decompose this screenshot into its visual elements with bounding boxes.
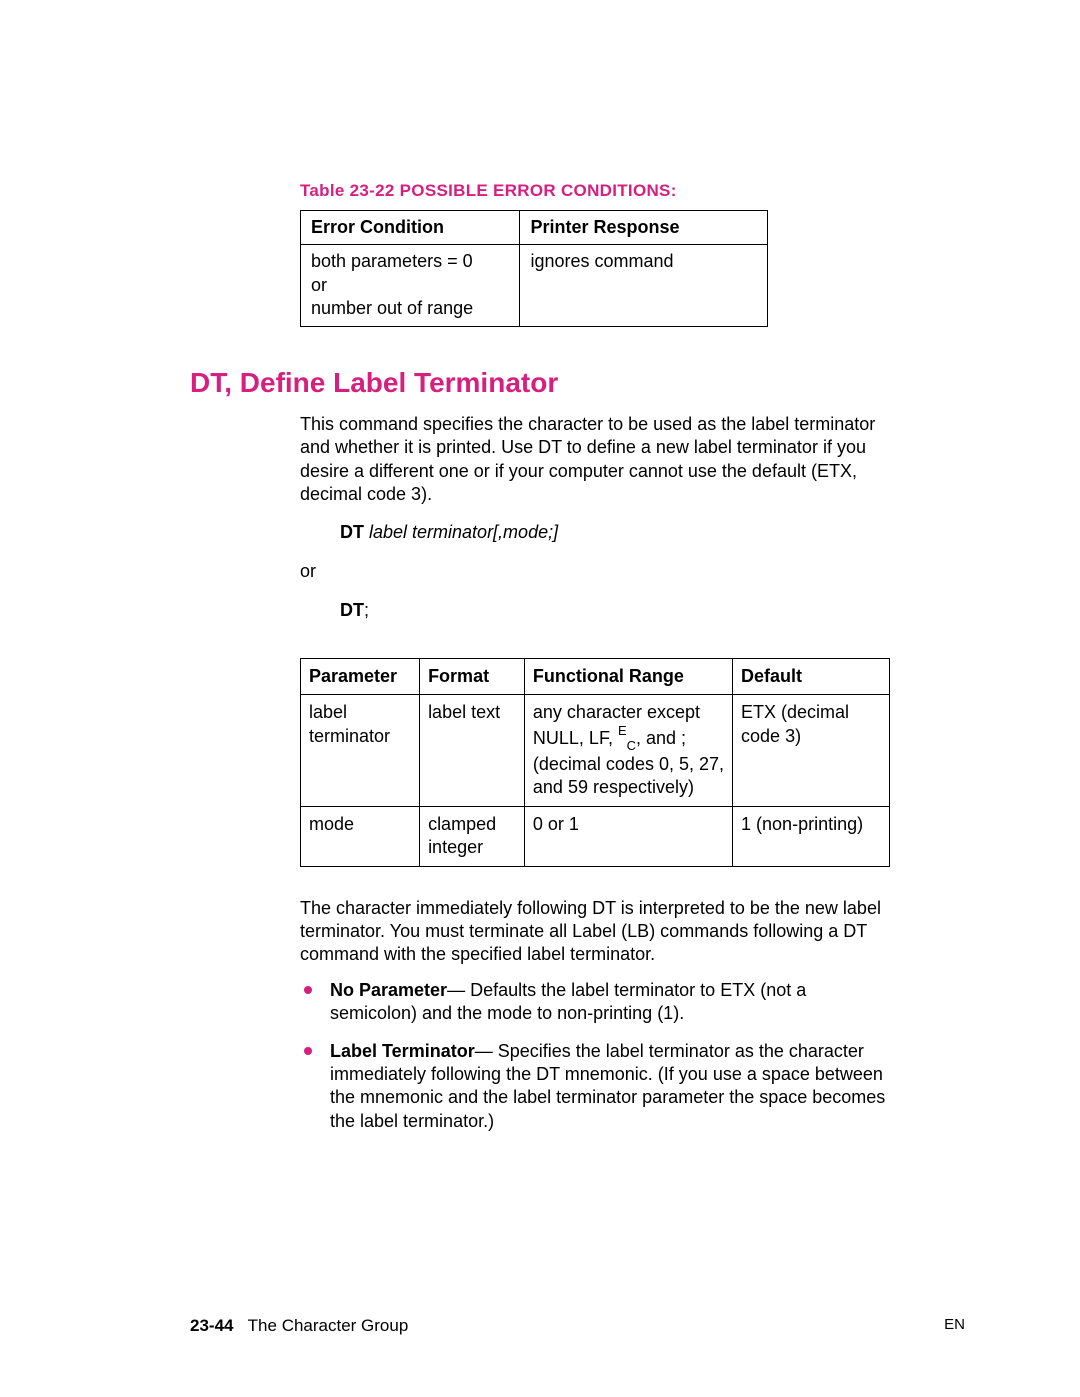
bullet-bold: No Parameter xyxy=(330,980,447,1000)
footer-title xyxy=(238,1316,247,1335)
cell-printer-response: ignores command xyxy=(520,245,768,326)
cell-format: label text xyxy=(420,695,525,807)
or-text: or xyxy=(300,560,965,583)
table-caption: Table 23-22 POSSIBLE ERROR CONDITIONS: xyxy=(300,180,965,202)
cell-default: ETX (decimal code 3) xyxy=(733,695,890,807)
th-printer-response: Printer Response xyxy=(520,211,768,245)
page-footer: 23-44 The Character Group EN xyxy=(190,1315,965,1337)
footer-title-text: The Character Group xyxy=(248,1316,409,1335)
cell-default: 1 (non-printing) xyxy=(733,806,890,866)
syntax-tail: ; xyxy=(364,600,369,620)
esc-subscript: C xyxy=(627,738,636,753)
syntax-line-2: DT; xyxy=(340,599,965,622)
list-item: No Parameter— Defaults the label termina… xyxy=(300,979,890,1026)
th-error-condition: Error Condition xyxy=(301,211,520,245)
cell-range: any character except NULL, LF, EC, and ;… xyxy=(524,695,732,807)
esc-superscript: E xyxy=(618,723,627,738)
cell-range: 0 or 1 xyxy=(524,806,732,866)
cell-parameter: mode xyxy=(301,806,420,866)
list-item: Label Terminator— Specifies the label te… xyxy=(300,1040,890,1134)
parameter-table: Parameter Format Functional Range Defaul… xyxy=(300,658,890,867)
table-header-row: Error Condition Printer Response xyxy=(301,211,768,245)
cell-parameter: label terminator xyxy=(301,695,420,807)
page-number: 23-44 xyxy=(190,1316,233,1335)
cell-format: clamped integer xyxy=(420,806,525,866)
table-header-row: Parameter Format Functional Range Defaul… xyxy=(301,658,890,694)
syntax-params: label terminator[,mode;] xyxy=(364,522,558,542)
cell-error-condition: both parameters = 0 or number out of ran… xyxy=(301,245,520,326)
table-row: both parameters = 0 or number out of ran… xyxy=(301,245,768,326)
th-parameter: Parameter xyxy=(301,658,420,694)
bullet-list: No Parameter— Defaults the label termina… xyxy=(300,979,890,1133)
footer-right: EN xyxy=(944,1315,965,1335)
th-default: Default xyxy=(733,658,890,694)
error-conditions-table: Error Condition Printer Response both pa… xyxy=(300,210,768,327)
section-heading: DT, Define Label Terminator xyxy=(190,365,965,401)
th-functional-range: Functional Range xyxy=(524,658,732,694)
table-row: label terminator label text any characte… xyxy=(301,695,890,807)
th-format: Format xyxy=(420,658,525,694)
body-paragraph: The character immediately following DT i… xyxy=(300,897,890,967)
table-row: mode clamped integer 0 or 1 1 (non-print… xyxy=(301,806,890,866)
document-page: Table 23-22 POSSIBLE ERROR CONDITIONS: E… xyxy=(0,0,1080,1397)
syntax-keyword: DT xyxy=(340,600,364,620)
intro-paragraph: This command specifies the character to … xyxy=(300,413,890,507)
bullet-bold: Label Terminator xyxy=(330,1041,475,1061)
syntax-line-1: DT label terminator[,mode;] xyxy=(340,521,965,544)
syntax-keyword: DT xyxy=(340,522,364,542)
